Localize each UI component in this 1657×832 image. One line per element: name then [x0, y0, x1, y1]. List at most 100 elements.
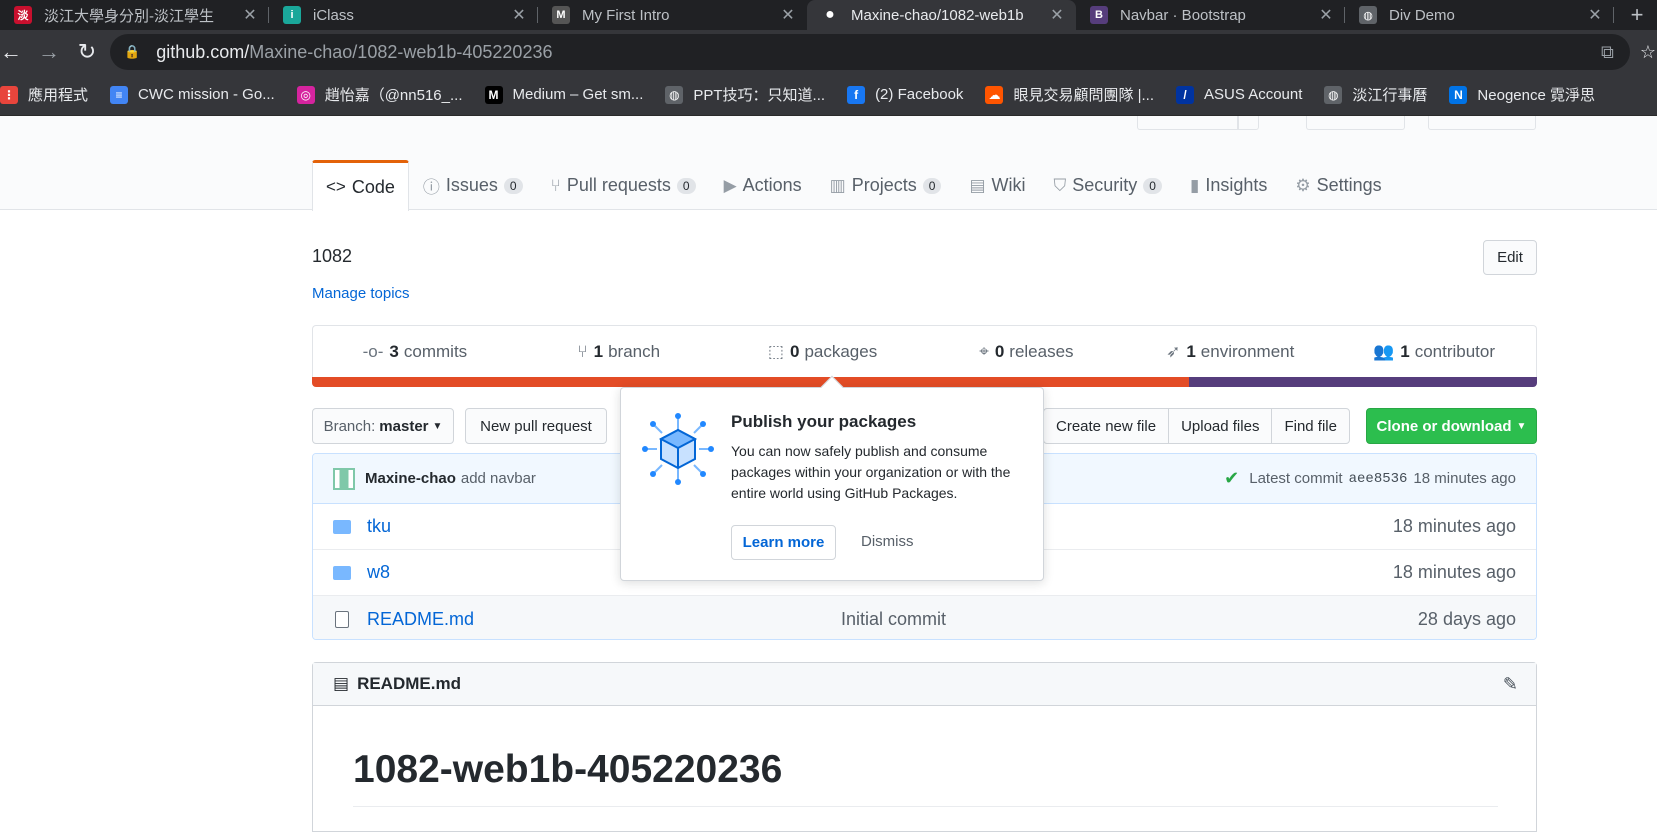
- tab-actions[interactable]: ▶ Actions: [710, 160, 816, 210]
- clone-or-download-button[interactable]: Clone or download ▼: [1366, 408, 1537, 444]
- tab-code[interactable]: <> Code: [312, 160, 409, 211]
- browser-tab[interactable]: i iClass ✕: [269, 0, 538, 30]
- fork-button-stub[interactable]: [1428, 116, 1536, 130]
- folder-icon: [333, 565, 351, 580]
- tab-label: Settings: [1316, 175, 1382, 195]
- browser-tab-title: My First Intro: [582, 6, 670, 24]
- dismiss-button[interactable]: Dismiss: [861, 533, 914, 550]
- readme-title: 1082-web1b-405220236: [353, 748, 783, 791]
- address-bar-row: ← → ↻ 🔒 github.com/Maxine-chao/1082-web1…: [0, 30, 1657, 74]
- browser-tab[interactable]: 淡淡江大學身分別-淡江學生 ✕: [0, 0, 269, 30]
- language-bar[interactable]: [312, 377, 1537, 387]
- new-pull-request-button[interactable]: New pull request: [465, 408, 607, 444]
- bookmark-item[interactable]: ☁ 眼見交易顧問團隊 |...: [985, 84, 1154, 105]
- back-arrow-icon[interactable]: ←: [0, 33, 30, 71]
- branch-prefix: Branch:: [323, 417, 376, 435]
- browser-tab[interactable]: B Navbar · Bootstrap ✕: [1076, 0, 1345, 30]
- file-name-link[interactable]: w8: [367, 562, 390, 583]
- file-age: 28 days ago: [1417, 608, 1516, 629]
- tab-security[interactable]: ⛉ Security 0: [1040, 160, 1176, 210]
- language-segment[interactable]: [312, 377, 1190, 387]
- close-icon[interactable]: ✕: [239, 5, 261, 25]
- repo-header: <> Code ⓘ Issues 0 ⑂ Pull requests 0 ▶ Actions ▥ Pr…: [0, 116, 1657, 211]
- summary-label: commits: [403, 341, 468, 361]
- montana-icon: M: [552, 6, 570, 24]
- file-commit-message[interactable]: Initial commit: [841, 609, 946, 630]
- latest-commit-meta: ✔ Latest commit aee8536 18 minutes ago: [1224, 468, 1516, 489]
- learn-more-button[interactable]: Learn more: [731, 525, 836, 560]
- browser-tab[interactable]: M My First Intro ✕: [538, 0, 807, 30]
- edit-description-button[interactable]: Edit: [1483, 240, 1537, 275]
- bookmark-label: Neogence 霓淨思: [1477, 87, 1595, 104]
- commit-author[interactable]: Maxine-chao: [365, 470, 456, 487]
- check-icon: ✔: [1224, 468, 1240, 488]
- bookmark-item[interactable]: ◍ 淡江行事曆: [1324, 84, 1427, 105]
- bookmark-item[interactable]: ◍ PPT技巧：只知道...: [665, 84, 825, 105]
- bookmark-icon: ◎: [296, 85, 315, 104]
- file-name-link[interactable]: tku: [367, 516, 391, 537]
- summary-packages[interactable]: ⬚ 0 packages: [721, 326, 925, 377]
- bookmark-icon: M: [484, 85, 503, 104]
- summary-contributor[interactable]: 👥 1 contributor: [1332, 326, 1536, 377]
- create-new-file-button[interactable]: Create new file: [1044, 409, 1170, 443]
- bookmark-item[interactable]: N Neogence 霓淨思: [1449, 84, 1595, 105]
- tku-icon: 淡: [14, 6, 32, 24]
- bookmark-icon: ◍: [665, 85, 684, 104]
- summary-releases[interactable]: ⌖ 0 releases: [924, 326, 1128, 377]
- close-icon[interactable]: ✕: [508, 5, 530, 25]
- browser-tab[interactable]: ● Maxine-chao/1082-web1b ✕: [807, 0, 1076, 30]
- project-icon: ▥: [829, 175, 846, 195]
- file-age: 18 minutes ago: [1392, 516, 1516, 536]
- file-name-link[interactable]: README.md: [367, 609, 474, 630]
- book-icon: ▤: [969, 175, 986, 195]
- commit-sha[interactable]: aee8536: [1349, 471, 1408, 487]
- close-icon[interactable]: ✕: [1584, 5, 1606, 25]
- summary-commits[interactable]: -o- 3 commits: [313, 326, 517, 377]
- url-bar[interactable]: 🔒 github.com/Maxine-chao/1082-web1b-4052…: [110, 34, 1656, 70]
- clone-label: Clone or download: [1376, 417, 1512, 435]
- pencil-icon[interactable]: ✎: [1503, 674, 1518, 695]
- bookmark-item[interactable]: f (2) Facebook: [847, 85, 963, 104]
- forward-arrow-icon[interactable]: →: [30, 33, 68, 71]
- watch-count-stub[interactable]: [1237, 116, 1239, 130]
- watch-button-stub[interactable]: [1137, 116, 1259, 130]
- tab-projects[interactable]: ▥ Projects 0: [816, 160, 956, 210]
- browser-tab-title: 淡江大學身分別-淡江學生: [44, 7, 214, 25]
- upload-files-button[interactable]: Upload files: [1169, 409, 1273, 443]
- commit-message[interactable]: add navbar: [461, 470, 536, 487]
- tab-insights[interactable]: ▮ Insights: [1176, 160, 1281, 210]
- branch-select-button[interactable]: Branch: master ▼: [312, 408, 454, 444]
- book-icon: ▤: [333, 674, 350, 693]
- tab-settings[interactable]: ⚙ Settings: [1281, 160, 1395, 210]
- count-badge: 0: [503, 177, 523, 194]
- avatar[interactable]: [333, 467, 355, 490]
- find-file-button[interactable]: Find file: [1272, 409, 1349, 443]
- bookmark-item[interactable]: ◎ 趙怡嘉（@nn516_...: [296, 84, 463, 105]
- tab-wiki[interactable]: ▤ Wiki: [955, 160, 1039, 210]
- bookmark-item[interactable]: M Medium – Get sm...: [484, 85, 643, 104]
- package-icon: ⬚: [767, 341, 784, 361]
- reload-icon[interactable]: ↻: [68, 33, 106, 71]
- bookmark-label: 眼見交易顧問團隊 |...: [1013, 87, 1155, 104]
- bookmark-item[interactable]: ≡ CWC mission - Go...: [110, 85, 275, 104]
- bookmark-item[interactable]: ⋮ 應用程式: [0, 84, 88, 105]
- language-segment[interactable]: [1189, 377, 1537, 387]
- tab-pull-requests[interactable]: ⑂ Pull requests 0: [537, 160, 710, 210]
- new-tab-icon[interactable]: +: [1617, 0, 1657, 30]
- divider: [353, 806, 1498, 807]
- close-icon[interactable]: ✕: [777, 5, 799, 25]
- tab-issues[interactable]: ⓘ Issues 0: [409, 160, 537, 210]
- summary-branch[interactable]: ⑂ 1 branch: [517, 326, 721, 377]
- manage-topics-link[interactable]: Manage topics: [312, 285, 410, 302]
- browser-tab[interactable]: ◍ Div Demo ✕: [1345, 0, 1614, 30]
- star-button-stub[interactable]: [1306, 116, 1405, 130]
- close-icon[interactable]: ✕: [1046, 5, 1068, 25]
- bookmark-star-icon[interactable]: ☆: [1640, 42, 1656, 63]
- summary-environment[interactable]: ➶ 1 environment: [1128, 326, 1332, 377]
- bookmark-icon: ◍: [1324, 85, 1343, 104]
- translate-icon[interactable]: ⧉: [1601, 42, 1614, 63]
- bookmark-icon: f: [847, 85, 866, 104]
- close-icon[interactable]: ✕: [1315, 5, 1337, 25]
- bookmark-item[interactable]: / ASUS Account: [1176, 85, 1302, 104]
- summary-label: branch: [608, 341, 661, 361]
